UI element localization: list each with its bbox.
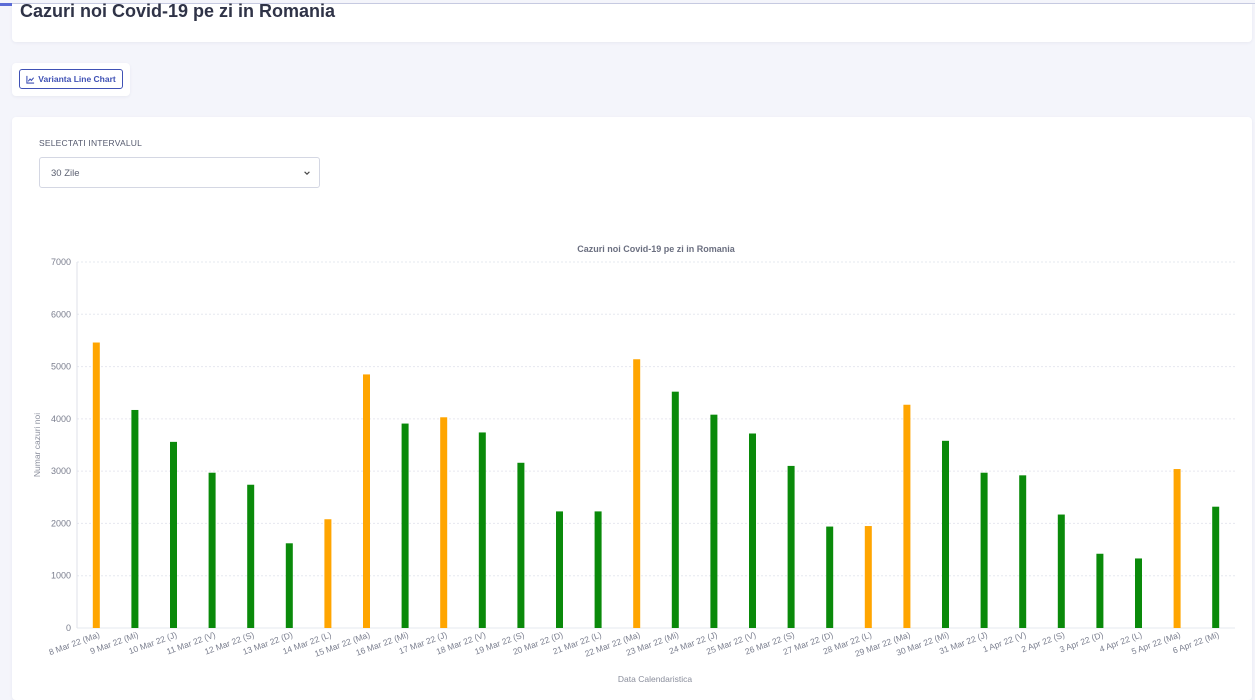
y-tick-label: 7000 (51, 257, 71, 267)
bar (1096, 553, 1104, 628)
y-tick-label: 1000 (51, 571, 71, 581)
x-tick-label: 1 Apr 22 (V) (981, 629, 1027, 654)
bar (1057, 514, 1065, 628)
bar (903, 404, 911, 628)
y-tick-label: 3000 (51, 466, 71, 476)
bar (247, 484, 255, 628)
bar (1212, 506, 1220, 628)
bar (440, 417, 448, 628)
y-tick-label: 4000 (51, 414, 71, 424)
bar (594, 511, 602, 628)
bar (1173, 469, 1181, 628)
x-tick-label: 3 Apr 22 (D) (1058, 629, 1105, 654)
y-tick-label: 2000 (51, 518, 71, 528)
bar (826, 526, 834, 628)
y-tick-label: 5000 (51, 362, 71, 372)
bar (363, 374, 370, 628)
bar (864, 526, 872, 628)
bar (92, 342, 100, 628)
bar (1019, 475, 1027, 628)
bar-chart: Cazuri noi Covid-19 pe zi in Romania 0 100… (32, 244, 1235, 684)
bar (131, 409, 139, 628)
bar (324, 519, 332, 628)
y-axis-label: Numar cazuri noi (32, 413, 42, 477)
bar (556, 511, 563, 628)
bar (749, 433, 756, 628)
bar (942, 440, 949, 628)
bar (517, 462, 525, 628)
bar (170, 441, 177, 628)
chart-card: SELECTATI INTERVALUL 30 Zile Cazuri noi … (12, 117, 1252, 700)
bar (285, 543, 293, 628)
bar (980, 472, 988, 628)
x-axis-label: Data Calendaristica (618, 674, 692, 684)
chart-title: Cazuri noi Covid-19 pe zi in Romania (577, 244, 736, 254)
bar (208, 472, 216, 628)
bar (633, 359, 641, 628)
y-tick-label: 0 (66, 623, 71, 633)
bar (671, 391, 679, 628)
bar (401, 423, 409, 628)
bar (710, 414, 718, 628)
bar (478, 432, 486, 628)
bar (1135, 558, 1142, 628)
bar (787, 465, 795, 628)
y-tick-label: 6000 (51, 309, 71, 319)
chart-layer: Cazuri noi Covid-19 pe zi in Romania 0 100… (0, 0, 1255, 700)
